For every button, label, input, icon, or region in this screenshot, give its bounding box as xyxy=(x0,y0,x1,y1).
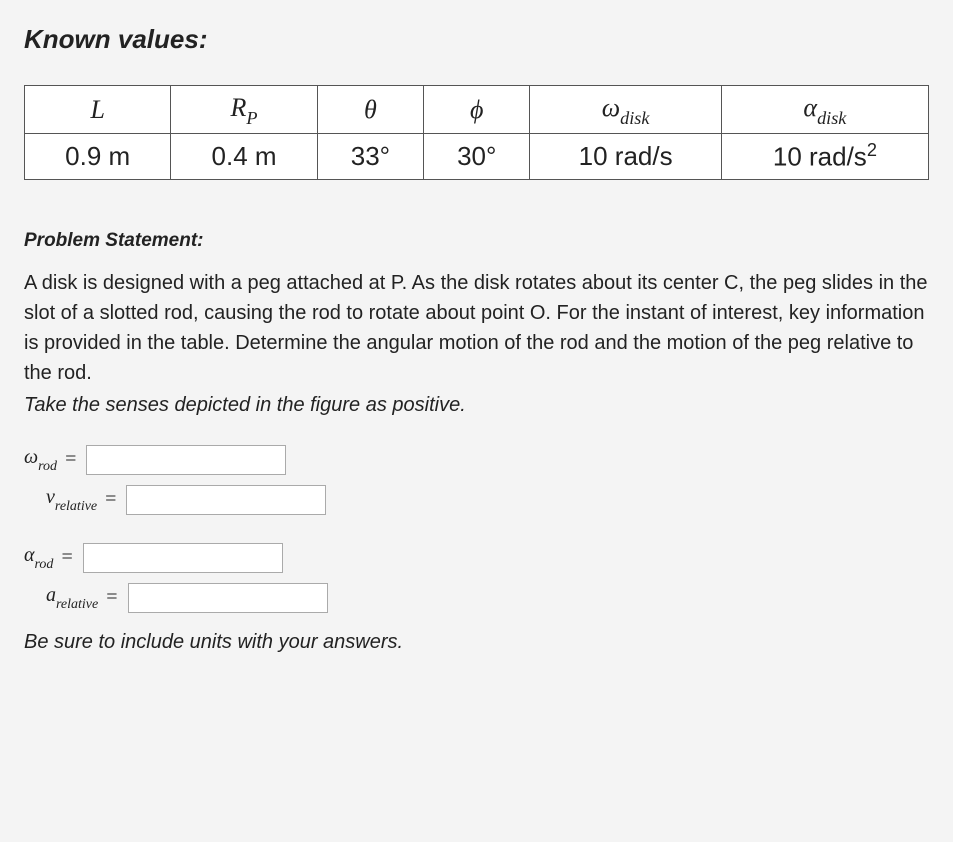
val-phi: 30° xyxy=(424,134,530,180)
col-theta: θ xyxy=(317,86,423,134)
val-L: 0.9 m xyxy=(25,134,171,180)
val-Rp: 0.4 m xyxy=(171,134,317,180)
label-vrelative: vrelative xyxy=(46,486,97,513)
answer-row-arod: αrod = xyxy=(24,543,929,573)
col-phi: ϕ xyxy=(424,86,530,134)
equals-sign: = xyxy=(65,448,76,471)
problem-statement-heading: Problem Statement: xyxy=(24,230,929,252)
val-wdisk: 10 rad/s xyxy=(530,134,721,180)
col-adisk: αdisk xyxy=(721,86,928,134)
col-Rp: RP xyxy=(171,86,317,134)
equals-sign: = xyxy=(105,488,116,511)
label-wrod: ωrod xyxy=(24,446,57,473)
problem-instruction: Take the senses depicted in the figure a… xyxy=(24,394,929,417)
equals-sign: = xyxy=(106,586,117,609)
label-arod: αrod xyxy=(24,544,53,571)
table-header-row: L RP θ ϕ ωdisk αdisk xyxy=(25,86,929,134)
answer-row-arelative: arelative = xyxy=(46,583,929,613)
val-adisk: 10 rad/s2 xyxy=(721,134,928,180)
footer-note: Be sure to include units with your answe… xyxy=(24,631,929,654)
col-wdisk: ωdisk xyxy=(530,86,721,134)
input-arelative[interactable] xyxy=(128,583,328,613)
col-L: L xyxy=(25,86,171,134)
input-wrod[interactable] xyxy=(86,445,286,475)
label-arelative: arelative xyxy=(46,584,98,611)
known-values-table: L RP θ ϕ ωdisk αdisk 0.9 m 0.4 m 33° 30°… xyxy=(24,85,929,180)
equals-sign: = xyxy=(61,546,72,569)
answer-row-vrelative: vrelative = xyxy=(46,485,929,515)
known-values-heading: Known values: xyxy=(24,24,929,55)
val-theta: 33° xyxy=(317,134,423,180)
table-value-row: 0.9 m 0.4 m 33° 30° 10 rad/s 10 rad/s2 xyxy=(25,134,929,180)
input-arod[interactable] xyxy=(83,543,283,573)
input-vrelative[interactable] xyxy=(126,485,326,515)
problem-text: A disk is designed with a peg attached a… xyxy=(24,268,929,388)
answer-row-wrod: ωrod = xyxy=(24,445,929,475)
